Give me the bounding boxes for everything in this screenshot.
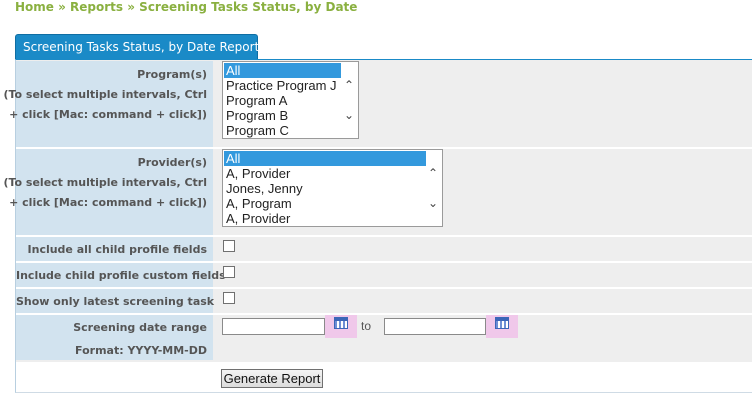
report-tab[interactable]: Screening Tasks Status, by Date Report xyxy=(15,34,259,60)
providers-option[interactable]: Jones, Jenny xyxy=(224,181,426,196)
start-date-calendar-button[interactable] xyxy=(325,315,357,338)
programs-scrollbar[interactable]: ⌃ ⌄ xyxy=(341,62,358,138)
scroll-up-icon[interactable]: ⌃ xyxy=(344,79,354,91)
include-child-fields-checkbox[interactable] xyxy=(223,240,235,252)
programs-option[interactable]: Program C xyxy=(224,123,341,138)
providers-option[interactable]: A, Provider xyxy=(224,166,426,181)
programs-option[interactable]: All xyxy=(224,63,341,78)
programs-option[interactable]: Practice Program J xyxy=(224,78,341,93)
start-date-input[interactable] xyxy=(222,318,325,335)
programs-hint-line1: (To select multiple intervals, Ctrl xyxy=(3,88,207,101)
scroll-down-icon[interactable]: ⌄ xyxy=(344,109,354,121)
providers-listbox[interactable]: All A, Provider Jones, Jenny A, Program A, P… xyxy=(222,149,443,227)
breadcrumb-separator: » xyxy=(53,0,71,14)
date-range-to-label: to xyxy=(361,319,372,333)
providers-option[interactable]: A, Program xyxy=(224,196,426,211)
submit-row xyxy=(16,362,752,392)
providers-option[interactable]: A, Provider xyxy=(224,211,426,226)
breadcrumb: Home » Reports » Screening Tasks Status,… xyxy=(15,0,357,14)
include-custom-fields-checkbox[interactable] xyxy=(223,266,235,278)
date-format-hint: Format: YYYY-MM-DD xyxy=(75,344,207,357)
programs-listbox[interactable]: All Practice Program J Program A Program BP… xyxy=(222,61,359,139)
latest-task-label: Show only latest screening task xyxy=(16,289,214,313)
programs-option[interactable]: Program B xyxy=(224,108,341,123)
calendar-icon xyxy=(334,317,348,329)
providers-label: Provider(s) xyxy=(137,156,207,169)
scroll-up-icon[interactable]: ⌃ xyxy=(428,167,438,179)
programs-label: Program(s) xyxy=(137,68,207,81)
generate-report-button[interactable]: Generate Report xyxy=(221,369,323,388)
breadcrumb-separator: » xyxy=(123,0,140,14)
providers-option[interactable]: All xyxy=(224,151,426,166)
end-date-input[interactable] xyxy=(384,318,486,335)
include-child-fields-label: Include all child profile fields xyxy=(16,237,213,261)
breadcrumb-reports-link[interactable]: Reports xyxy=(70,0,123,14)
latest-task-checkbox[interactable] xyxy=(223,292,235,304)
breadcrumb-home-link[interactable]: Home xyxy=(15,0,54,14)
date-range-label: Screening date range xyxy=(73,321,207,334)
providers-label-cell: Provider(s) (To select multiple interval… xyxy=(3,149,213,235)
breadcrumb-current: Screening Tasks Status, by Date xyxy=(139,0,358,14)
providers-hint-line2: + click [Mac: command + click]) xyxy=(9,196,207,209)
programs-label-cell: Program(s) (To select multiple intervals… xyxy=(3,61,213,147)
programs-hint-line2: + click [Mac: command + click]) xyxy=(9,108,207,121)
programs-option[interactable]: Program A xyxy=(224,93,341,108)
providers-hint-line1: (To select multiple intervals, Ctrl xyxy=(3,176,207,189)
scroll-down-icon[interactable]: ⌄ xyxy=(428,197,438,209)
providers-scrollbar[interactable]: ⌃ ⌄ xyxy=(425,150,442,226)
end-date-calendar-button[interactable] xyxy=(486,315,518,338)
include-custom-fields-label: Include child profile custom fields xyxy=(16,263,226,287)
calendar-icon xyxy=(495,317,509,329)
date-range-label-cell: Screening date range Format: YYYY-MM-DD xyxy=(16,315,213,360)
